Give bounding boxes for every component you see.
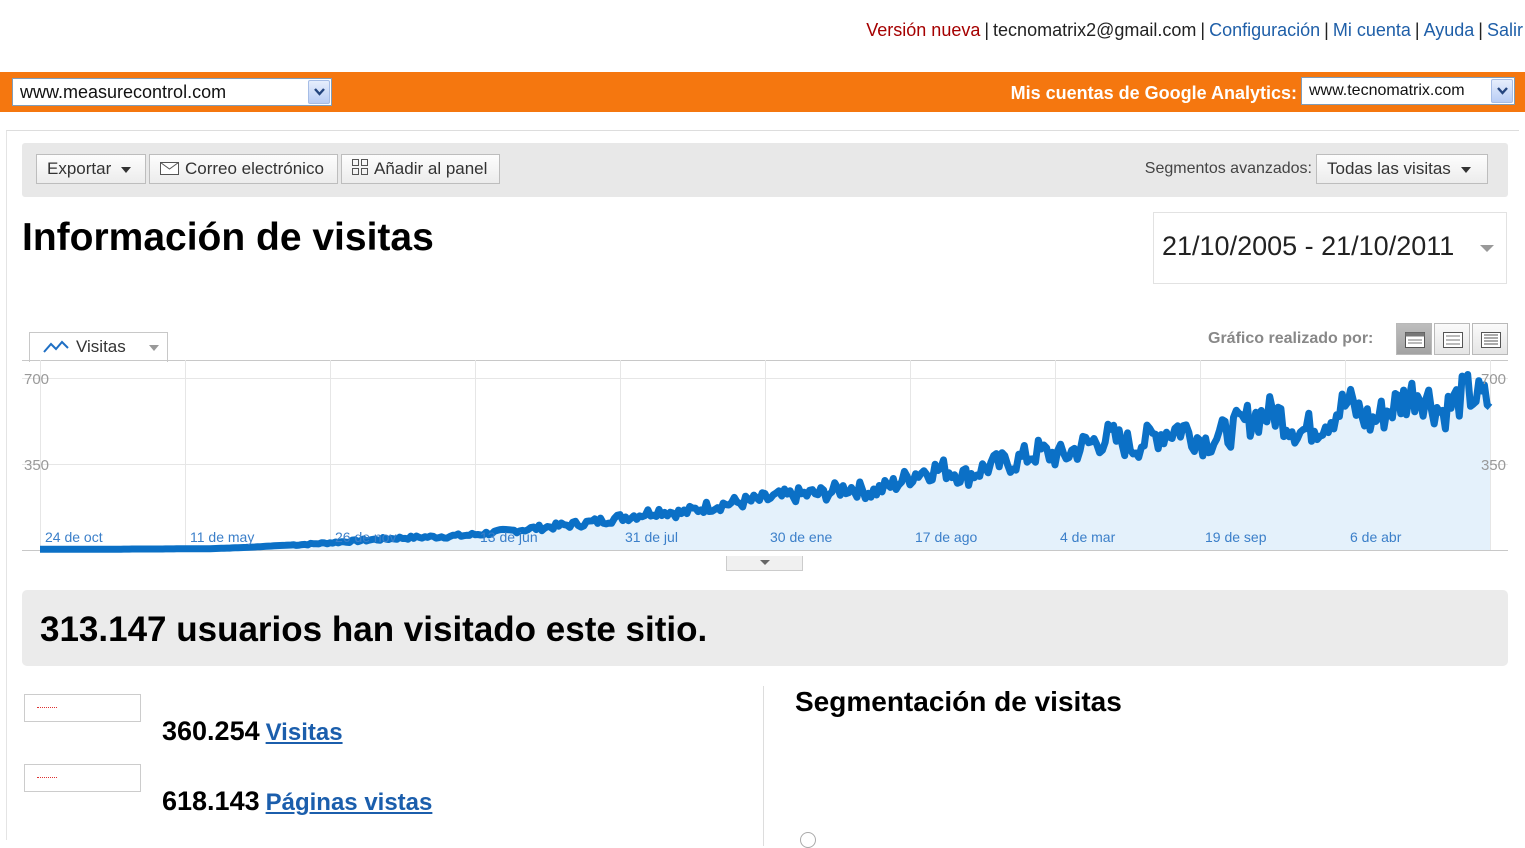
x-tick-label: 19 de sep	[1205, 529, 1267, 545]
caret-down-icon	[149, 345, 159, 351]
caret-down-icon	[1460, 166, 1471, 173]
y-tick-label-left: 350	[24, 457, 49, 474]
line-chart-icon	[43, 340, 69, 353]
metric-pageviews: 618.143 Páginas vistas	[162, 786, 432, 817]
x-tick-label: 6 de abr	[1350, 529, 1402, 545]
report-toolbar: Exportar Correo electrónico Añadir al pa…	[22, 143, 1508, 197]
export-label: Exportar	[47, 159, 112, 178]
graph-by-week-button[interactable]	[1434, 323, 1470, 355]
graph-by-day-button[interactable]	[1396, 323, 1432, 355]
metric-select-tab[interactable]: Visitas	[29, 332, 168, 362]
date-range-text: 21/10/2005 - 21/10/2011	[1162, 231, 1455, 261]
advanced-segments-select[interactable]: Todas las visitas	[1316, 154, 1488, 184]
dashboard-label: Añadir al panel	[374, 159, 488, 178]
summary-box: 313.147 usuarios han visitado este sitio…	[22, 590, 1508, 666]
account-select[interactable]: www.tecnomatrix.com	[1301, 77, 1515, 105]
segments-value: Todas las visitas	[1327, 159, 1451, 178]
graph-by-month-button[interactable]	[1472, 323, 1508, 355]
y-tick-label-right: 350	[1481, 457, 1506, 474]
x-tick-label: 26 de nov	[335, 529, 397, 545]
collapse-chart-handle[interactable]	[726, 556, 803, 571]
site-select-value: www.measurecontrol.com	[20, 82, 227, 102]
pageviews-link[interactable]: Páginas vistas	[266, 789, 433, 816]
metric-tab-label: Visitas	[76, 337, 126, 356]
segment-radio[interactable]	[800, 832, 816, 848]
metric-value: 360.254	[162, 716, 260, 746]
my-account-link[interactable]: Mi cuenta	[1333, 20, 1411, 40]
chevron-down-icon	[1491, 79, 1513, 103]
caret-down-icon	[121, 166, 132, 173]
visits-sparkline	[24, 694, 141, 722]
metric-value: 618.143	[162, 786, 260, 816]
advanced-segments-label: Segmentos avanzados:	[1144, 160, 1312, 177]
account-bar: www.measurecontrol.com Mis cuentas de Go…	[0, 72, 1525, 112]
site-select[interactable]: www.measurecontrol.com	[12, 78, 332, 106]
x-tick-label: 24 de oct	[45, 529, 103, 545]
new-version-label: Versión nueva	[866, 20, 981, 40]
account-select-value: www.tecnomatrix.com	[1309, 82, 1465, 99]
help-link[interactable]: Ayuda	[1424, 20, 1475, 40]
y-tick-label-left: 700	[24, 371, 49, 388]
summary-text: 313.147 usuarios han visitado este sitio…	[40, 610, 708, 649]
accounts-label: Mis cuentas de Google Analytics:	[1010, 83, 1297, 103]
caret-down-icon	[760, 560, 770, 565]
month-view-icon	[1481, 332, 1501, 348]
week-view-icon	[1443, 332, 1463, 348]
x-tick-label: 17 de ago	[915, 529, 977, 545]
user-email: tecnomatrix2@gmail.com	[993, 20, 1197, 40]
chevron-down-icon	[308, 80, 330, 104]
page-title: Información de visitas	[22, 216, 434, 259]
email-label: Correo electrónico	[185, 159, 324, 178]
x-tick-label: 11 de may	[190, 529, 254, 545]
pageviews-sparkline	[24, 764, 141, 792]
visits-chart[interactable]: 700 700 350 350 24 de oct 11 de may 26 de nov 1…	[22, 360, 1508, 560]
x-tick-label: 4 de mar	[1060, 529, 1116, 545]
day-view-icon	[1405, 332, 1425, 348]
email-button[interactable]: Correo electrónico	[149, 154, 338, 184]
graph-by-label: Gráfico realizado por:	[1208, 330, 1374, 347]
visits-link[interactable]: Visitas	[266, 719, 343, 746]
top-links: Versión nueva | tecnomatrix2@gmail.com | Con…	[866, 20, 1523, 40]
logout-link[interactable]: Salir	[1487, 20, 1523, 40]
caret-down-icon	[1480, 245, 1494, 252]
envelope-icon	[160, 156, 179, 184]
y-tick-label-right: 700	[1481, 371, 1506, 388]
export-button[interactable]: Exportar	[36, 154, 146, 184]
x-tick-label: 31 de jul	[625, 529, 678, 545]
x-tick-label: 30 de ene	[770, 529, 832, 545]
segmentation-title: Segmentación de visitas	[795, 686, 1122, 717]
column-divider	[763, 686, 764, 846]
metric-visits: 360.254 Visitas	[162, 716, 343, 747]
date-range-picker[interactable]: 21/10/2005 - 21/10/2011	[1153, 212, 1507, 284]
settings-link[interactable]: Configuración	[1209, 20, 1320, 40]
dashboard-grid-icon	[352, 156, 368, 184]
x-tick-label: 13 de jun	[480, 529, 538, 545]
add-to-dashboard-button[interactable]: Añadir al panel	[341, 154, 500, 184]
